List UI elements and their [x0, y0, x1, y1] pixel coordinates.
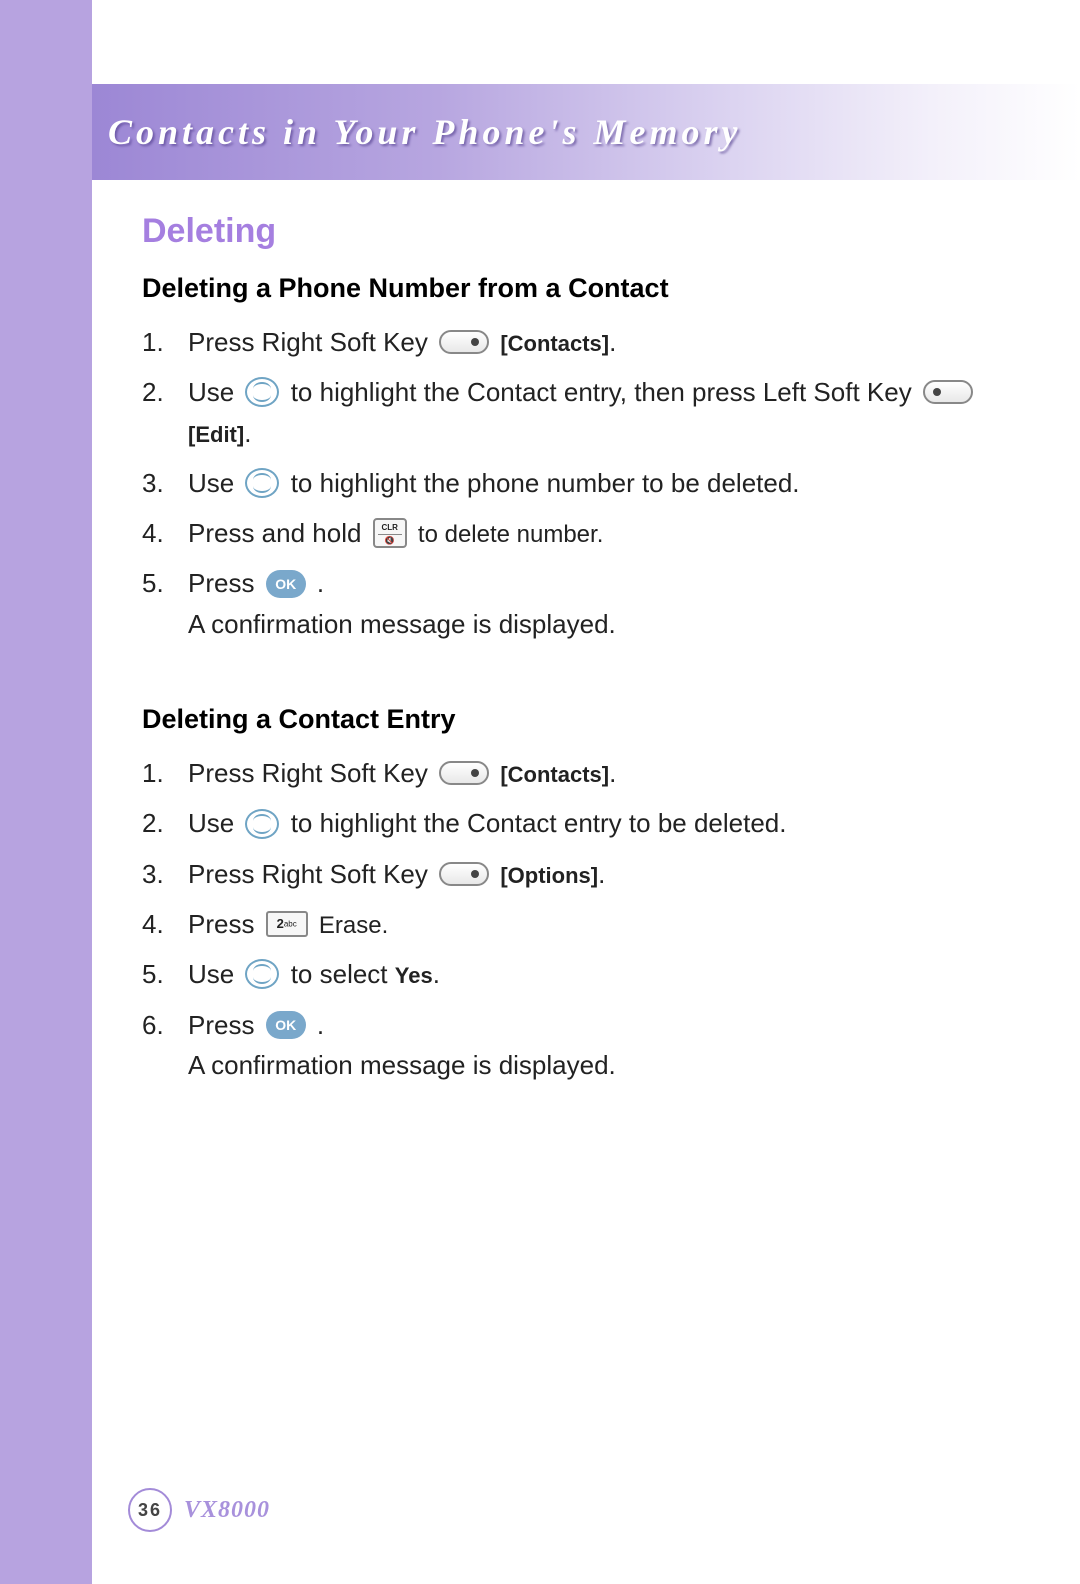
list-item: Press Right Soft Key [Contacts].	[142, 322, 990, 362]
yes-label: Yes	[395, 963, 433, 988]
softkey-label: [Contacts]	[500, 762, 609, 787]
ok-key-icon: OK	[266, 1011, 306, 1039]
step-text: Press Right Soft Key	[188, 327, 435, 357]
list-item: Press OK . A confirmation message is dis…	[142, 563, 990, 644]
page-footer: 36 VX8000	[128, 1488, 270, 1532]
step-text: Press and hold	[188, 518, 369, 548]
step-text: .	[244, 418, 251, 448]
list-item: Use to highlight the phone number to be …	[142, 463, 990, 503]
clr-label: CLR	[381, 523, 397, 532]
step-text: .	[433, 959, 440, 989]
softkey-label: [Contacts]	[500, 331, 609, 356]
step-text: Use	[188, 808, 241, 838]
confirmation-text: A confirmation message is displayed.	[188, 604, 990, 644]
list-item: Press and hold CLR🔇 to delete number.	[142, 513, 990, 553]
nav-ring-icon	[245, 959, 279, 989]
list-item: Use to highlight the Contact entry to be…	[142, 803, 990, 843]
two-abc-key-icon: 2abc	[266, 911, 308, 937]
section-title: Deleting	[142, 212, 990, 251]
right-soft-key-icon	[439, 761, 489, 785]
step-text: Press Right Soft Key	[188, 859, 435, 889]
chapter-header-band: Contacts in Your Phone's Memory	[92, 84, 1080, 180]
softkey-label: [Edit]	[188, 422, 244, 447]
step-text: .	[598, 859, 605, 889]
model-label: VX8000	[184, 1497, 270, 1524]
list-item: Press OK . A confirmation message is dis…	[142, 1005, 990, 1086]
step-text: to delete number.	[418, 521, 603, 548]
step-text: .	[609, 758, 616, 788]
right-soft-key-icon	[439, 862, 489, 886]
nav-ring-icon	[245, 377, 279, 407]
step-text: Press	[188, 1010, 262, 1040]
step-text: Use	[188, 468, 241, 498]
step-text: Use	[188, 959, 241, 989]
left-soft-key-icon	[923, 380, 973, 404]
subsection-title-1: Deleting a Phone Number from a Contact	[142, 273, 990, 304]
softkey-label: [Options]	[500, 863, 598, 888]
step-text: to highlight the phone number to be dele…	[291, 468, 800, 498]
chapter-title: Contacts in Your Phone's Memory	[108, 111, 741, 153]
steps-list-2: Press Right Soft Key [Contacts]. Use to …	[142, 753, 990, 1085]
step-text: Press	[188, 568, 262, 598]
list-item: Press 2abc Erase.	[142, 904, 990, 944]
step-text: Press Right Soft Key	[188, 758, 435, 788]
clr-key-icon: CLR🔇	[373, 518, 407, 548]
list-item: Press Right Soft Key [Options].	[142, 854, 990, 894]
step-text: Use	[188, 377, 241, 407]
numkey-letters: abc	[284, 920, 297, 929]
step-text: .	[609, 327, 616, 357]
list-item: Use to select Yes.	[142, 954, 990, 994]
list-item: Use to highlight the Contact entry, then…	[142, 372, 990, 453]
nav-ring-icon	[245, 809, 279, 839]
step-text: to highlight the Contact entry to be del…	[291, 808, 787, 838]
step-text: Press	[188, 909, 262, 939]
steps-list-1: Press Right Soft Key [Contacts]. Use to …	[142, 322, 990, 644]
ok-key-icon: OK	[266, 570, 306, 598]
step-text: to highlight the Contact entry, then pre…	[291, 377, 919, 407]
confirmation-text: A confirmation message is displayed.	[188, 1045, 990, 1085]
subsection-title-2: Deleting a Contact Entry	[142, 704, 990, 735]
step-text: Erase.	[319, 912, 388, 939]
step-text: .	[317, 1010, 324, 1040]
step-text: .	[317, 568, 324, 598]
nav-ring-icon	[245, 468, 279, 498]
left-margin-strip	[0, 0, 92, 1584]
step-text: to select	[291, 959, 395, 989]
page-number-circle: 36	[128, 1488, 172, 1532]
numkey-digit: 2	[277, 916, 284, 931]
list-item: Press Right Soft Key [Contacts].	[142, 753, 990, 793]
page-body: Contacts in Your Phone's Memory Deleting…	[92, 0, 1080, 1584]
right-soft-key-icon	[439, 330, 489, 354]
content-area: Deleting Deleting a Phone Number from a …	[92, 180, 1080, 1085]
